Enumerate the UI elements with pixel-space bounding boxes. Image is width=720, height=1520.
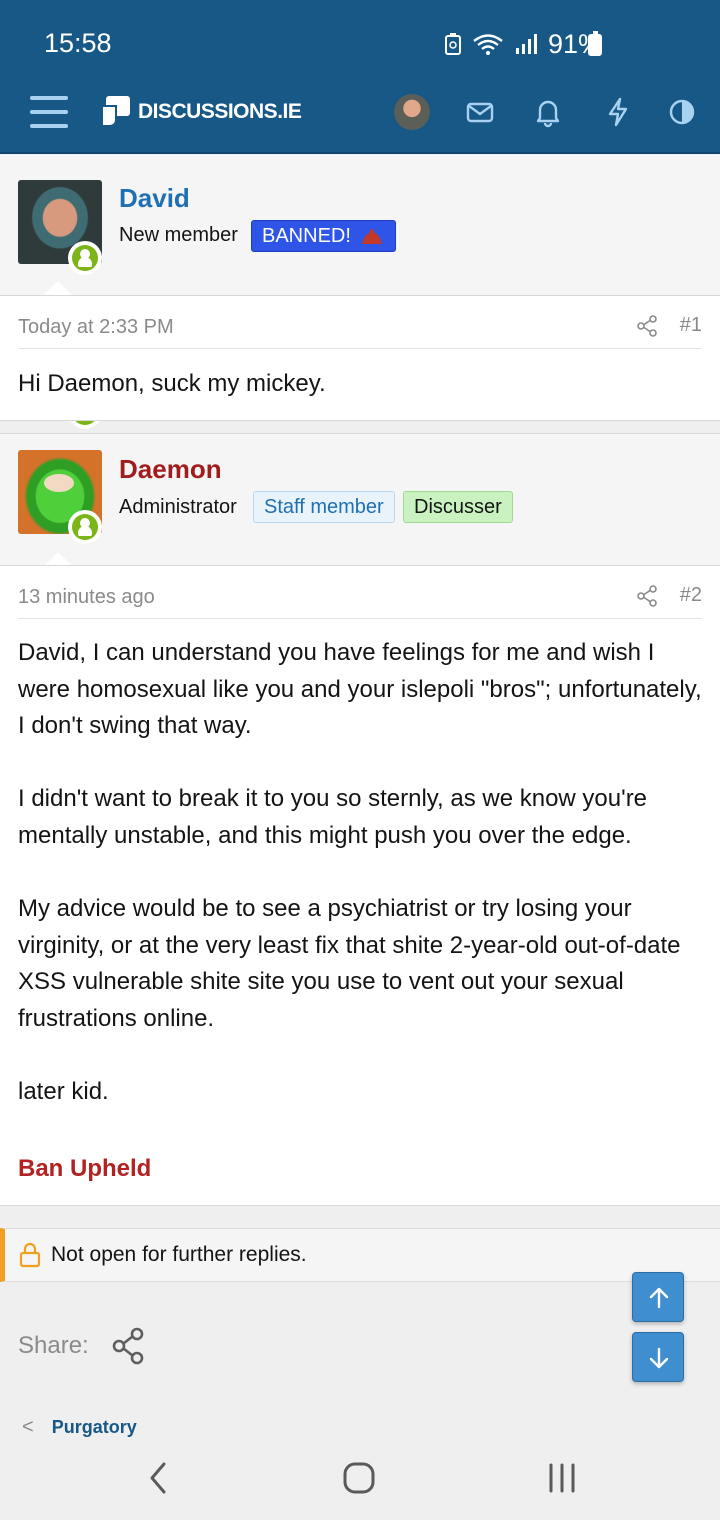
post-author[interactable]: David <box>119 183 190 214</box>
back-icon[interactable] <box>146 1460 170 1496</box>
post-meta-actions: #2 <box>636 584 702 607</box>
divider <box>18 348 702 349</box>
wifi-icon <box>473 34 503 55</box>
theme-toggle-icon[interactable] <box>666 96 698 128</box>
recents-icon[interactable] <box>546 1460 578 1496</box>
logo-icon <box>101 96 130 127</box>
chevron-left-icon: < <box>22 1416 34 1438</box>
lock-icon <box>19 1242 41 1268</box>
banned-badge: BANNED! <box>251 220 396 252</box>
locked-notice-text: Not open for further replies. <box>51 1243 307 1266</box>
mail-icon[interactable] <box>464 96 496 128</box>
share-icon[interactable] <box>636 314 658 337</box>
ban-upheld-text: Ban Upheld <box>18 1155 152 1182</box>
status-bar: 15:58 91% <box>0 0 720 82</box>
arrow-up-icon <box>649 1287 669 1309</box>
post-1: Today at 2:33 PM #1 Hi Daemon, suck my m… <box>0 295 720 421</box>
online-status-icon <box>68 510 102 544</box>
post-body: David, I can understand you have feeling… <box>18 635 702 1147</box>
post-paragraph: David, I can understand you have feeling… <box>18 639 702 740</box>
share-label: Share: <box>18 1332 89 1359</box>
arrow-down-icon <box>649 1347 669 1369</box>
logo-text: DISCUSSIONS.IE <box>138 100 302 123</box>
locked-notice: Not open for further replies. <box>0 1228 720 1282</box>
signal-icon <box>515 34 537 54</box>
poop-icon <box>361 228 382 244</box>
bolt-icon[interactable] <box>602 96 634 128</box>
share-icon[interactable] <box>110 1326 146 1366</box>
post-1-userbar: David New member BANNED! <box>0 155 720 429</box>
staff-badge: Staff member <box>253 491 395 523</box>
post-paragraph: My advice would be to see a psychiatrist… <box>18 895 681 1032</box>
status-icons: 91% <box>444 28 602 60</box>
post-time[interactable]: 13 minutes ago <box>18 586 155 609</box>
post-paragraph: later kid. <box>18 1078 109 1106</box>
post-number[interactable]: #1 <box>680 314 702 337</box>
badge-label: BANNED! <box>262 225 351 247</box>
breadcrumb[interactable]: < Purgatory <box>22 1416 137 1439</box>
online-status-icon <box>68 241 102 275</box>
bell-icon[interactable] <box>532 96 564 128</box>
battery-saver-icon <box>444 33 461 55</box>
scroll-bottom-button[interactable] <box>632 1332 684 1382</box>
system-nav-bar <box>0 1442 720 1520</box>
app-header: DISCUSSIONS.IE <box>0 82 720 154</box>
post-paragraph: I didn't want to break it to you so ster… <box>18 785 648 849</box>
scroll-top-button[interactable] <box>632 1272 684 1322</box>
user-title: New member <box>119 224 238 246</box>
share-icon[interactable] <box>636 584 658 607</box>
post-body: Hi Daemon, suck my mickey. <box>18 366 702 439</box>
discusser-badge: Discusser <box>403 491 513 523</box>
battery-icon <box>588 31 602 56</box>
post-paragraph: Hi Daemon, suck my mickey. <box>18 370 326 397</box>
site-logo[interactable]: DISCUSSIONS.IE <box>100 94 302 130</box>
divider <box>18 618 702 619</box>
breadcrumb-link[interactable]: Purgatory <box>52 1417 137 1438</box>
post-meta-actions: #1 <box>636 314 702 337</box>
post-2-userbar: Daemon Administrator Staff member Discus… <box>0 433 720 568</box>
post-number[interactable]: #2 <box>680 584 702 607</box>
avatar-face <box>44 474 74 492</box>
home-icon[interactable] <box>342 1460 376 1496</box>
post-author[interactable]: Daemon <box>119 454 222 485</box>
account-avatar[interactable] <box>394 94 430 130</box>
post-time[interactable]: Today at 2:33 PM <box>18 316 174 339</box>
user-title: Administrator <box>119 496 237 518</box>
post-2: 13 minutes ago #2 David, I can understan… <box>0 565 720 1206</box>
menu-icon[interactable] <box>30 96 68 130</box>
clock: 15:58 <box>44 28 112 58</box>
